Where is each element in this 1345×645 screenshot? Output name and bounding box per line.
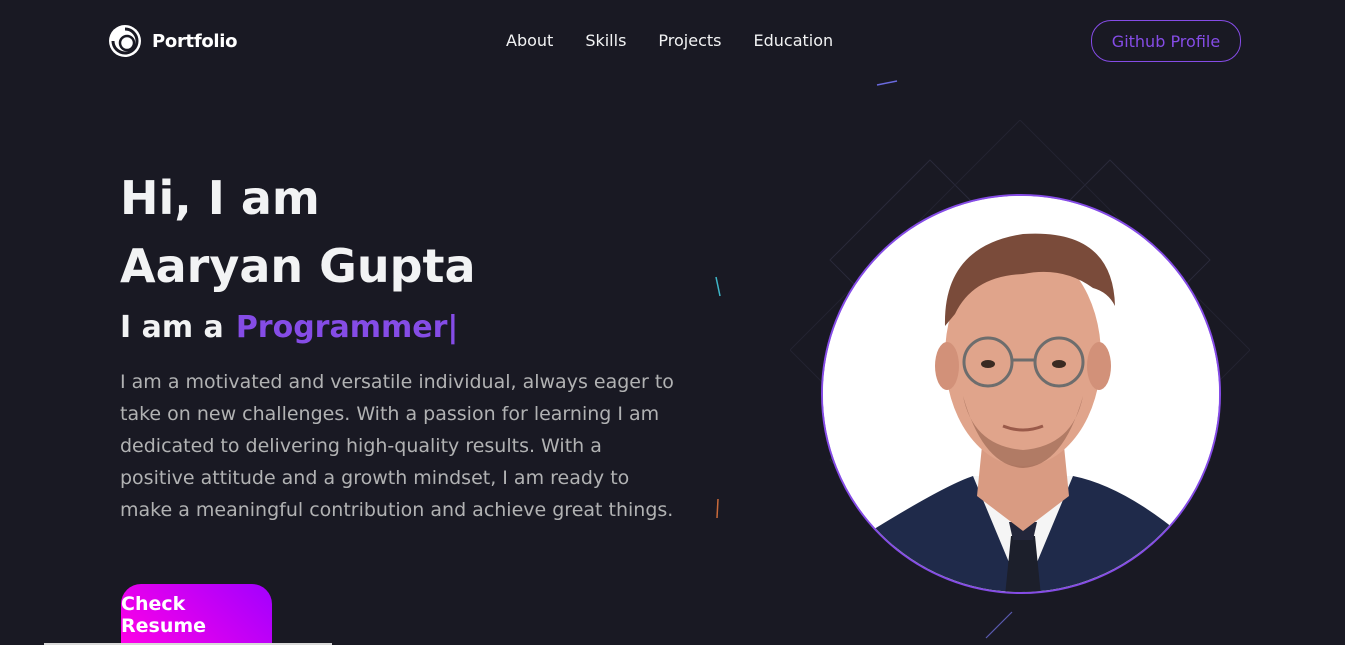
navbar: Portfolio About Skills Projects Educatio…	[0, 0, 1345, 82]
nav-item-skills[interactable]: Skills	[585, 31, 626, 50]
nav-item-education[interactable]: Education	[753, 31, 833, 50]
role-typewriter: Programmer|	[235, 310, 459, 345]
logo[interactable]: Portfolio	[108, 24, 238, 58]
nav-menu: About Skills Projects Education	[506, 31, 833, 50]
profile-photo	[821, 194, 1221, 594]
sparkle-decoration	[715, 276, 721, 297]
sparkle-decoration	[876, 80, 898, 86]
hero-greeting: Hi, I am	[120, 171, 320, 225]
github-profile-button[interactable]: Github Profile	[1091, 20, 1241, 62]
role-prefix: I am a	[120, 310, 224, 345]
nav-item-about[interactable]: About	[506, 31, 553, 50]
hero-heading: Hi, I am Aaryan Gupta	[120, 164, 476, 300]
check-resume-button[interactable]: Check Resume	[121, 584, 272, 645]
sparkle-decoration	[716, 498, 719, 519]
portfolio-page: Portfolio About Skills Projects Educatio…	[0, 0, 1345, 645]
nav-item-projects[interactable]: Projects	[658, 31, 721, 50]
hero-name: Aaryan Gupta	[120, 239, 476, 293]
sparkle-decoration	[985, 611, 1013, 639]
hero-description: I am a motivated and versatile individua…	[120, 371, 674, 521]
logo-text: Portfolio	[152, 30, 238, 52]
role-line: I am a Programmer|	[120, 310, 458, 345]
logo-icon	[109, 25, 141, 57]
profile-photo-illustration	[823, 196, 1219, 592]
